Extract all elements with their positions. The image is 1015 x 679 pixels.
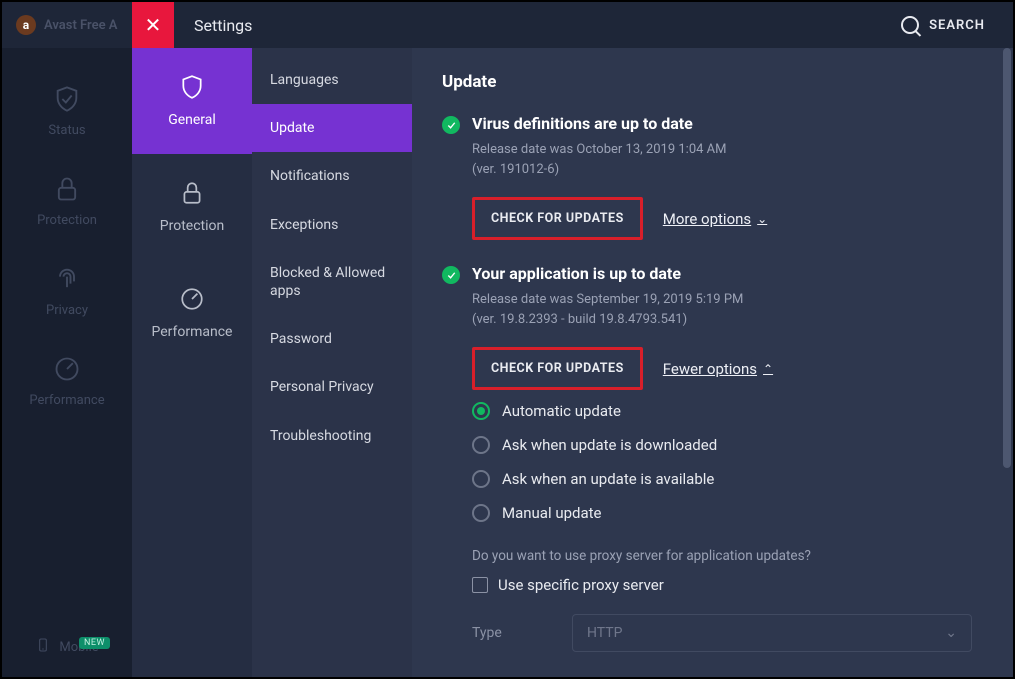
submenu-notifications[interactable]: Notifications (252, 152, 412, 200)
content-heading: Update (442, 72, 983, 92)
nav-status[interactable]: Status (2, 66, 132, 156)
chevron-up-icon: ⌃ (763, 362, 773, 376)
app-release-info: Release date was September 19, 2019 5:19… (472, 290, 983, 329)
app-release-date: Release date was September 19, 2019 5:19… (472, 290, 983, 310)
more-options-label: More options (663, 210, 751, 228)
radio-label: Manual update (502, 504, 602, 522)
submenu-exceptions[interactable]: Exceptions (252, 201, 412, 249)
fingerprint-icon (53, 265, 81, 293)
header-bar: a Avast Free A ✕ Settings SEARCH (2, 2, 1013, 48)
lock-icon (179, 180, 205, 206)
submenu-personal-privacy[interactable]: Personal Privacy (252, 363, 412, 411)
shield-icon (179, 74, 205, 100)
nav-label: Protection (37, 213, 97, 228)
radio-ask-downloaded[interactable]: Ask when update is downloaded (472, 428, 983, 462)
app-logo-area: a Avast Free A (2, 2, 132, 48)
nav-performance[interactable]: Performance (2, 336, 132, 426)
status-ok-icon (442, 266, 460, 284)
fewer-options-label: Fewer options (663, 360, 757, 378)
check-app-updates-button[interactable]: CHECK FOR UPDATES (472, 347, 643, 390)
virus-version: (ver. 191012-6) (472, 160, 983, 180)
submenu-password[interactable]: Password (252, 315, 412, 363)
app-name: Avast Free A (44, 18, 117, 33)
checkbox-label: Use specific proxy server (498, 576, 664, 594)
tab-label: Protection (160, 218, 224, 234)
status-ok-icon (442, 116, 460, 134)
proxy-settings: Do you want to use proxy server for appl… (472, 548, 983, 652)
check-virus-updates-button[interactable]: CHECK FOR UPDATES (472, 197, 643, 240)
radio-icon (472, 470, 490, 488)
settings-tabs: General Protection Performance (132, 48, 252, 677)
radio-icon (472, 402, 490, 420)
radio-label: Ask when update is downloaded (502, 436, 717, 454)
gauge-icon (179, 286, 205, 312)
nav-label: Status (48, 123, 85, 138)
proxy-type-select[interactable]: HTTP ⌄ (572, 614, 972, 652)
select-value: HTTP (587, 625, 622, 641)
virus-release-info: Release date was October 13, 2019 1:04 A… (472, 140, 983, 179)
checkbox-icon (472, 577, 488, 593)
nav-mobile[interactable]: NEW Mobile (2, 617, 132, 677)
tab-performance[interactable]: Performance (132, 260, 252, 366)
radio-ask-available[interactable]: Ask when an update is available (472, 462, 983, 496)
application-section: Your application is up to date Release d… (442, 264, 983, 652)
submenu-troubleshooting[interactable]: Troubleshooting (252, 412, 412, 460)
tab-label: General (168, 112, 216, 128)
proxy-type-label: Type (472, 625, 552, 641)
submenu-blocked-allowed[interactable]: Blocked & Allowed apps (252, 249, 412, 315)
search-label: SEARCH (929, 18, 985, 33)
mobile-icon (35, 637, 51, 657)
proxy-question: Do you want to use proxy server for appl… (472, 548, 983, 564)
radio-label: Ask when an update is available (502, 470, 714, 488)
use-proxy-checkbox[interactable]: Use specific proxy server (472, 576, 983, 594)
page-title: Settings (174, 16, 252, 35)
main-content: Update Virus definitions are up to date … (412, 48, 1013, 677)
app-version: (ver. 19.8.2393 - build 19.8.4793.541) (472, 310, 983, 330)
submenu-update[interactable]: Update (252, 104, 412, 152)
scrollbar[interactable] (1003, 48, 1011, 468)
update-mode-radio-group: Automatic update Ask when update is down… (472, 394, 983, 530)
close-button[interactable]: ✕ (132, 2, 174, 48)
new-badge: NEW (79, 637, 110, 649)
radio-label: Automatic update (502, 402, 621, 420)
radio-icon (472, 436, 490, 454)
close-icon: ✕ (145, 13, 162, 37)
nav-privacy[interactable]: Privacy (2, 246, 132, 336)
chevron-down-icon: ⌄ (945, 625, 957, 641)
chevron-down-icon: ⌄ (757, 212, 767, 226)
gauge-icon (53, 355, 81, 383)
virus-status-title: Virus definitions are up to date (472, 114, 693, 133)
search-icon (901, 16, 919, 34)
submenu-languages[interactable]: Languages (252, 56, 412, 104)
main-nav: Status Protection Privacy Performance (2, 48, 132, 677)
shield-check-icon (53, 85, 81, 113)
tab-protection[interactable]: Protection (132, 154, 252, 260)
lock-icon (53, 175, 81, 203)
radio-icon (472, 504, 490, 522)
avast-logo-icon: a (16, 15, 36, 35)
nav-protection[interactable]: Protection (2, 156, 132, 246)
app-fewer-options-link[interactable]: Fewer options ⌃ (663, 360, 773, 378)
virus-release-date: Release date was October 13, 2019 1:04 A… (472, 140, 983, 160)
radio-automatic-update[interactable]: Automatic update (472, 394, 983, 428)
virus-more-options-link[interactable]: More options ⌄ (663, 210, 767, 228)
virus-definitions-section: Virus definitions are up to date Release… (442, 114, 983, 240)
settings-submenu: Languages Update Notifications Exception… (252, 48, 412, 677)
tab-label: Performance (152, 324, 233, 340)
tab-general[interactable]: General (132, 48, 252, 154)
radio-manual-update[interactable]: Manual update (472, 496, 983, 530)
nav-label: Performance (29, 393, 104, 408)
search-button[interactable]: SEARCH (901, 16, 985, 34)
app-status-title: Your application is up to date (472, 264, 681, 283)
nav-label: Privacy (46, 303, 88, 318)
